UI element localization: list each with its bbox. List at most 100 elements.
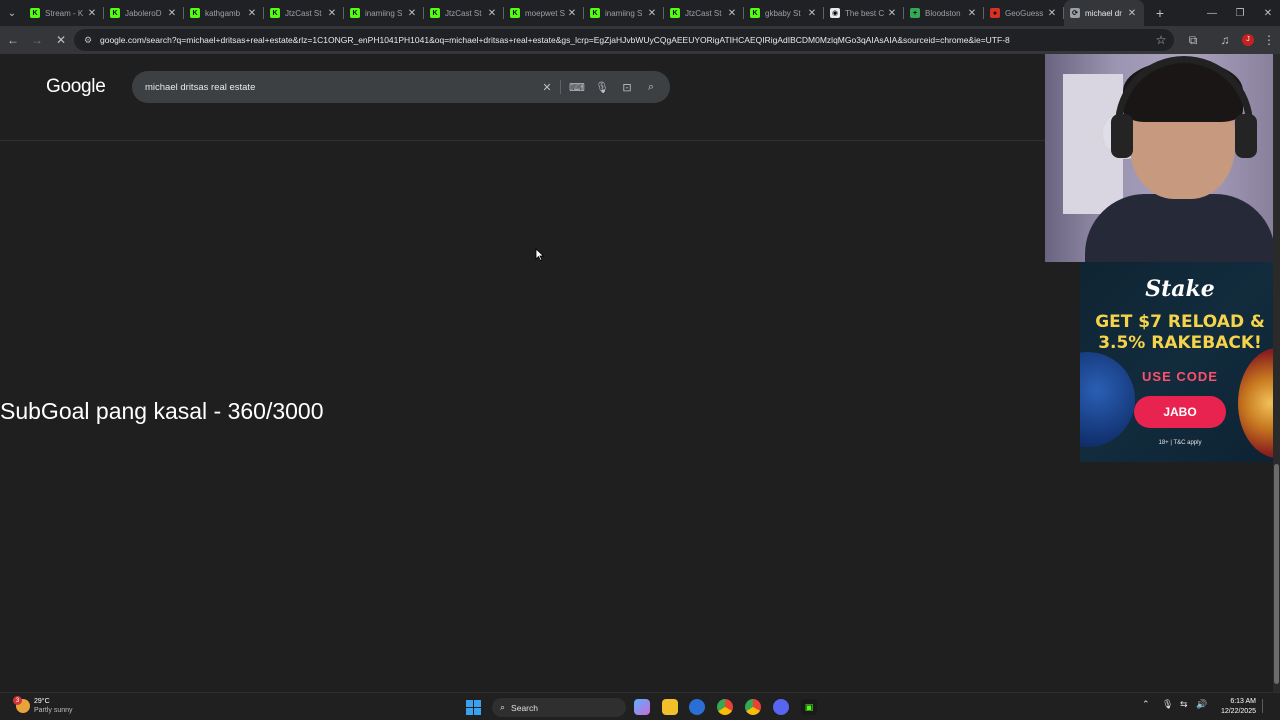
volume-icon[interactable]: 🔊 <box>1196 699 1207 710</box>
browser-tab[interactable]: K JtzCast St ✕ <box>664 0 744 26</box>
browser-tab[interactable]: ● GeoGuess ✕ <box>984 0 1064 26</box>
browser-tab[interactable]: Kkathgamb ✕ <box>184 0 264 26</box>
tab-close-icon[interactable]: ✕ <box>246 8 258 19</box>
ad-legal-text: 18+ | T&C apply <box>1158 440 1202 446</box>
microphone-tray-icon[interactable]: 🎙 <box>1162 699 1173 710</box>
scrollbar-thumb[interactable] <box>1274 464 1279 684</box>
tab-label: inamiing S <box>365 8 403 18</box>
tab-favicon-icon: K <box>30 8 40 18</box>
new-tab-button[interactable]: + <box>1148 5 1172 21</box>
tab-search-icon[interactable]: ⌄ <box>0 0 24 26</box>
tab-favicon-icon: K <box>590 8 600 18</box>
ad-code-badge: JABO <box>1134 396 1226 428</box>
browser-tab[interactable]: ◉ The best C ✕ <box>824 0 904 26</box>
header-divider <box>0 140 1045 141</box>
tab-close-icon[interactable]: ✕ <box>86 8 98 19</box>
browser-tab[interactable]: K JaboleroD ✕ <box>104 0 184 26</box>
keyboard-icon[interactable]: ⌨ <box>569 79 585 95</box>
file-explorer-icon[interactable] <box>662 699 678 715</box>
browser-tab[interactable]: + Bloodston ✕ <box>904 0 984 26</box>
back-button[interactable]: ← <box>2 29 24 51</box>
browser-tab[interactable]: Kinamiing S ✕ <box>584 0 664 26</box>
webcam-person-body <box>1085 194 1275 262</box>
chrome-profile-icon[interactable] <box>745 699 761 715</box>
tab-label: JtzCast St <box>445 8 482 18</box>
tab-close-icon[interactable]: ✕ <box>1126 8 1138 19</box>
mouse-cursor-icon <box>535 248 545 262</box>
address-bar[interactable]: ⚙ google.com/search?q=michael+dritsas+re… <box>74 29 1174 51</box>
tab-favicon-icon: K <box>510 8 520 18</box>
tab-label: JtzCast St <box>685 8 722 18</box>
chrome-dev-icon[interactable] <box>689 699 705 715</box>
tab-strip: ⌄ K Stream - K ✕ K JaboleroD ✕ Kkathgamb ✕ K JtzC… <box>0 0 1280 26</box>
tab-favicon-icon: K <box>190 8 200 18</box>
tab-favicon-icon: ◉ <box>830 8 840 18</box>
maximize-icon[interactable]: ❐ <box>1226 0 1254 26</box>
weather-widget[interactable]: 3 29°C Partly sunny <box>13 696 73 715</box>
tab-close-icon[interactable]: ✕ <box>806 8 818 19</box>
taskbar-search-label: Search <box>511 702 538 713</box>
media-control-icon[interactable]: ♫ <box>1214 29 1236 51</box>
subgoal-overlay-text: SubGoal pang kasal - 360/3000 <box>0 398 324 424</box>
weather-desc: Partly sunny <box>34 707 73 714</box>
taskbar-search-icon: ⌕ <box>500 702 506 712</box>
tab-close-icon[interactable]: ✕ <box>326 8 338 19</box>
browser-tab[interactable]: K JtzCast St ✕ <box>264 0 344 26</box>
system-clock[interactable]: 6:13 AM 12/22/2025 <box>1214 697 1256 717</box>
tab-close-icon[interactable]: ✕ <box>886 8 898 19</box>
profile-avatar[interactable]: J <box>1237 29 1259 51</box>
tab-favicon-icon: K <box>350 8 360 18</box>
tab-close-icon[interactable]: ✕ <box>166 8 178 19</box>
network-icon[interactable]: ⇆ <box>1180 699 1188 710</box>
browser-tab[interactable]: K Stream - K ✕ <box>24 0 104 26</box>
browser-tab[interactable]: Kmoepwet S ✕ <box>504 0 584 26</box>
browser-menu-icon[interactable]: ⋮ <box>1258 29 1280 51</box>
show-desktop-button[interactable] <box>1262 699 1268 713</box>
ad-headline: GET $7 RELOAD & 3.5% RAKEBACK! <box>1080 312 1280 354</box>
headset-right-ear <box>1235 114 1257 158</box>
bookmark-star-icon[interactable]: ☆ <box>1150 29 1172 51</box>
google-logo[interactable]: Google <box>46 76 106 98</box>
browser-tab[interactable]: ⟳ michael dr ✕ <box>1064 0 1144 26</box>
tab-label: The best C <box>845 8 885 18</box>
browser-tab[interactable]: Kinamiing S ✕ <box>344 0 424 26</box>
close-window-icon[interactable]: ✕ <box>1254 0 1280 26</box>
stake-ad-overlay: Stake GET $7 RELOAD & 3.5% RAKEBACK! USE… <box>1080 262 1280 462</box>
page-scrollbar[interactable] <box>1273 54 1280 692</box>
discord-icon[interactable] <box>773 699 789 715</box>
tab-close-icon[interactable]: ✕ <box>406 8 418 19</box>
tab-label: Stream - K <box>45 8 84 18</box>
copilot-icon[interactable] <box>634 699 650 715</box>
tab-favicon-icon: K <box>670 8 680 18</box>
chrome-icon[interactable] <box>717 699 733 715</box>
tab-close-icon[interactable]: ✕ <box>966 8 978 19</box>
google-lens-icon[interactable]: ⊡ <box>619 79 635 95</box>
browser-tab[interactable]: Kgkbaby St ✕ <box>744 0 824 26</box>
microphone-icon[interactable]: 🎙 <box>594 79 610 95</box>
tab-close-icon[interactable]: ✕ <box>486 8 498 19</box>
tab-label: kathgamb <box>205 8 241 18</box>
obs-kick-icon[interactable]: ▣ <box>801 699 817 715</box>
tab-favicon-icon: + <box>910 8 920 18</box>
forward-button[interactable]: → <box>26 29 48 51</box>
weather-temp: 29°C <box>34 698 50 705</box>
browser-tab[interactable]: K JtzCast St ✕ <box>424 0 504 26</box>
stop-button[interactable]: ✕ <box>50 29 72 51</box>
tab-close-icon[interactable]: ✕ <box>1046 8 1058 19</box>
search-input[interactable]: michael dritsas real estate <box>145 82 255 93</box>
show-hidden-icons[interactable]: ⌃ <box>1142 699 1150 710</box>
taskbar-search[interactable]: ⌕ Search <box>492 698 626 717</box>
search-icon[interactable]: ⌕ <box>643 79 659 95</box>
tab-close-icon[interactable]: ✕ <box>646 8 658 19</box>
tab-close-icon[interactable]: ✕ <box>726 8 738 19</box>
tab-label: gkbaby St <box>765 8 801 18</box>
start-button[interactable] <box>466 700 481 715</box>
minimize-icon[interactable]: — <box>1198 0 1226 26</box>
tab-favicon-icon: ● <box>990 8 1000 18</box>
site-info-icon[interactable]: ⚙ <box>84 35 94 45</box>
extensions-icon[interactable]: ⧉ <box>1182 29 1204 51</box>
search-box[interactable]: michael dritsas real estate ✕ ⌨ 🎙 ⊡ ⌕ <box>132 71 670 103</box>
ad-headline-line-2: 3.5% RAKEBACK! <box>1098 333 1262 353</box>
clear-icon[interactable]: ✕ <box>539 79 555 95</box>
tab-close-icon[interactable]: ✕ <box>566 8 578 19</box>
